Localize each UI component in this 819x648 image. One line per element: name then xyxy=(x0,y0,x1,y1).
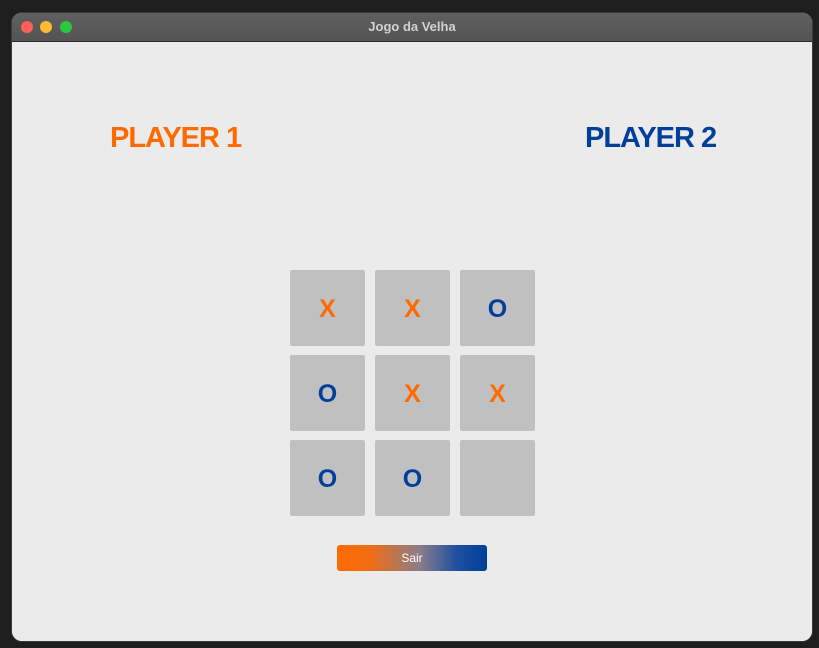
player-2-label: PLAYER 2 xyxy=(585,122,717,154)
board-cell-5[interactable]: X xyxy=(375,355,450,431)
board-cell-4[interactable]: O xyxy=(290,355,365,431)
app-window: Jogo da Velha PLAYER 1 PLAYER 2 X X O O … xyxy=(12,13,812,641)
board-cell-8[interactable]: O xyxy=(375,440,450,516)
board-cell-3[interactable]: O xyxy=(460,270,535,346)
window-title: Jogo da Velha xyxy=(368,19,456,34)
game-board: X X O O X X O O xyxy=(290,270,535,516)
board-cell-6[interactable]: X xyxy=(460,355,535,431)
exit-button[interactable]: Sair xyxy=(337,545,487,571)
board-cell-2[interactable]: X xyxy=(375,270,450,346)
game-area: PLAYER 1 PLAYER 2 X X O O X X O O Sair xyxy=(12,42,812,641)
board-cell-1[interactable]: X xyxy=(290,270,365,346)
title-bar[interactable]: Jogo da Velha xyxy=(12,13,812,42)
player-1-label: PLAYER 1 xyxy=(110,122,242,154)
board-cell-7[interactable]: O xyxy=(290,440,365,516)
board-cell-9[interactable] xyxy=(460,440,535,516)
